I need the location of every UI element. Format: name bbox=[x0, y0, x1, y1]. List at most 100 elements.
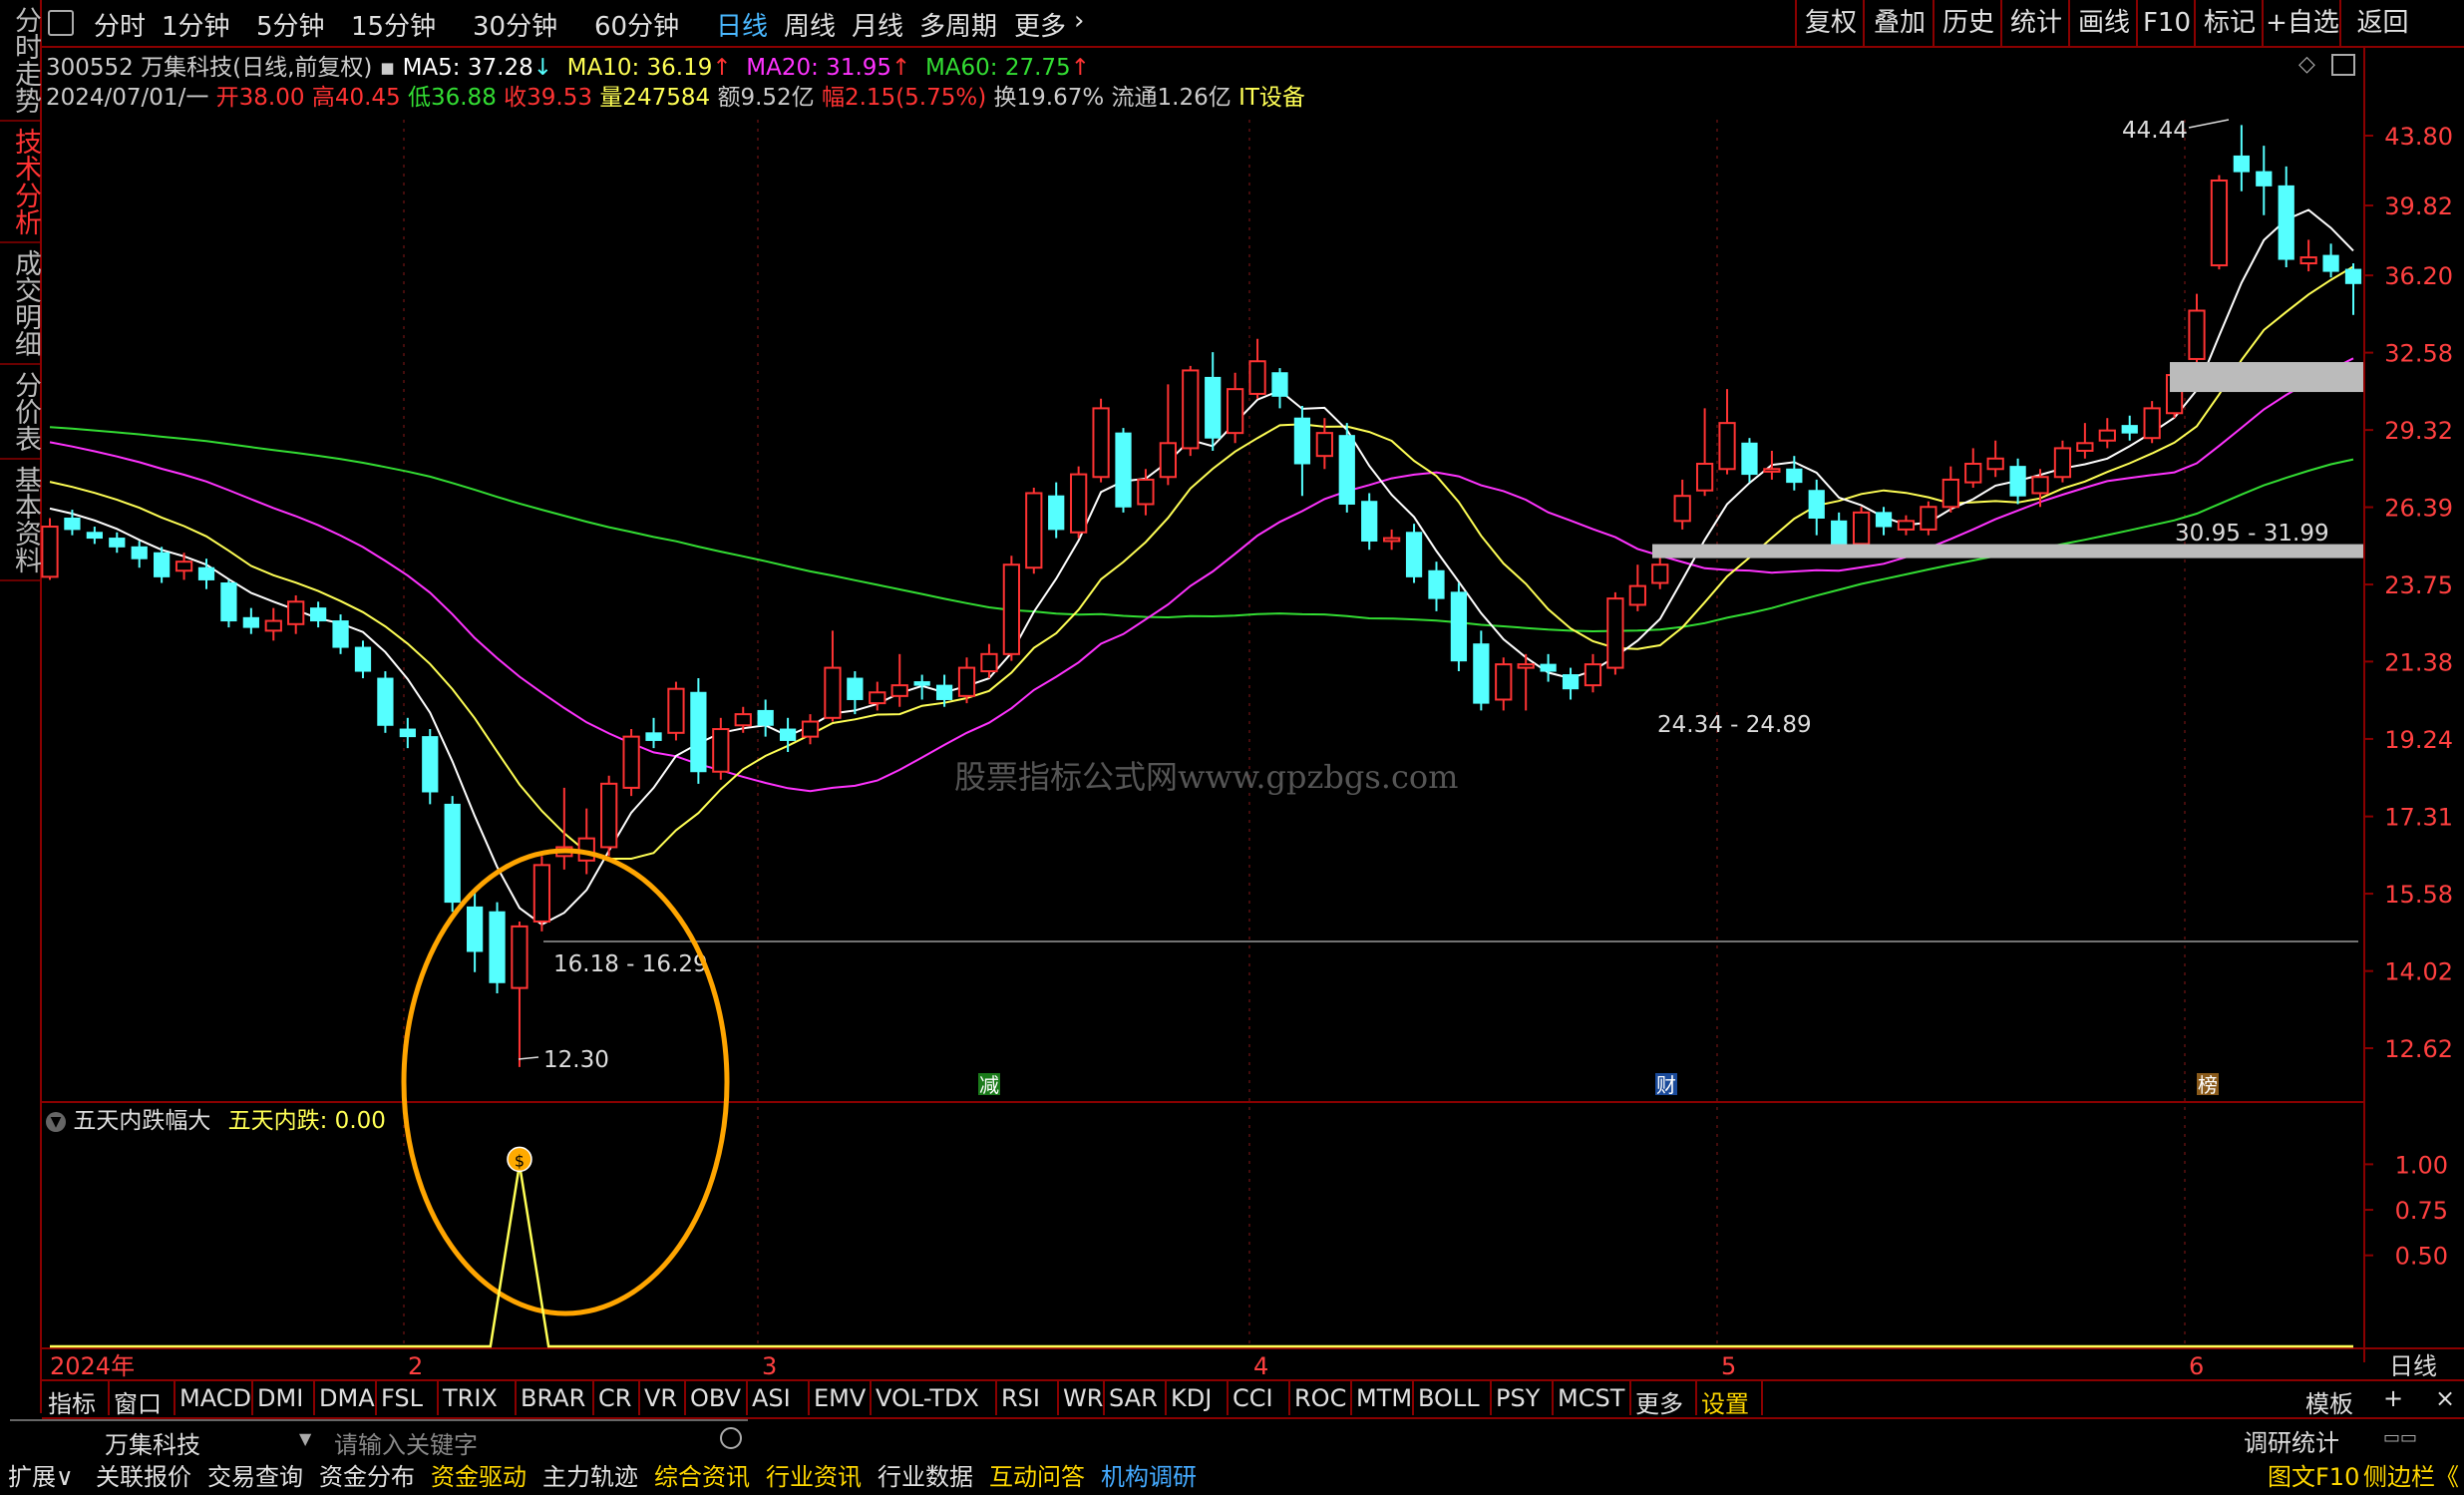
research-stats[interactable]: 调研统计 bbox=[2244, 1423, 2339, 1458]
candle[interactable] bbox=[1673, 479, 1691, 530]
candle[interactable] bbox=[622, 729, 640, 797]
indicator-tab-10[interactable]: OBV bbox=[690, 1384, 741, 1412]
footer-f10-button[interactable]: 图文F10 bbox=[2268, 1461, 2359, 1493]
stock-select[interactable]: 万集科技 bbox=[105, 1425, 200, 1460]
indicator-tab-14[interactable]: RSI bbox=[1001, 1384, 1040, 1412]
candle[interactable] bbox=[1741, 438, 1758, 483]
candle[interactable] bbox=[801, 714, 820, 745]
candle[interactable] bbox=[890, 653, 908, 707]
candle[interactable] bbox=[2143, 401, 2161, 444]
candle[interactable] bbox=[1361, 493, 1378, 551]
footer-item-2[interactable]: 交易查询 bbox=[207, 1461, 303, 1493]
candle[interactable] bbox=[1897, 515, 1916, 536]
candle[interactable] bbox=[1562, 667, 1580, 700]
candle[interactable] bbox=[1383, 529, 1401, 551]
search-input[interactable]: 请输入关键字 bbox=[334, 1425, 478, 1460]
candle[interactable] bbox=[2121, 415, 2138, 441]
candle[interactable] bbox=[1092, 398, 1110, 483]
indicator-tab-18[interactable]: CCI bbox=[1232, 1384, 1273, 1412]
indicator-tab-21[interactable]: BOLL bbox=[1418, 1384, 1480, 1412]
candle[interactable] bbox=[175, 553, 193, 580]
candle[interactable] bbox=[2210, 175, 2229, 270]
candle[interactable] bbox=[1428, 561, 1445, 611]
candle[interactable] bbox=[2076, 423, 2094, 459]
candle[interactable] bbox=[779, 717, 797, 753]
candle[interactable] bbox=[131, 541, 148, 568]
candle[interactable] bbox=[220, 579, 237, 628]
candle[interactable] bbox=[1718, 389, 1736, 475]
kline-chart[interactable]: 16.18 - 16.29 24.34 - 24.89 30.95 - 31.99 4… bbox=[0, 0, 2464, 1495]
indicator-tab-12[interactable]: EMV bbox=[814, 1384, 866, 1412]
indicator-tab-1[interactable]: 窗口 bbox=[114, 1384, 162, 1419]
indicator-tab-19[interactable]: ROC bbox=[1294, 1384, 1346, 1412]
candle[interactable] bbox=[2344, 263, 2362, 315]
candle[interactable] bbox=[957, 657, 976, 704]
candle[interactable] bbox=[1606, 591, 1624, 675]
indicator-tab-24[interactable]: 更多 bbox=[1635, 1384, 1683, 1419]
candle[interactable] bbox=[1115, 428, 1132, 513]
indicator-tab-5[interactable]: FSL bbox=[381, 1384, 423, 1412]
candle[interactable] bbox=[2098, 418, 2116, 449]
candle[interactable] bbox=[2256, 146, 2273, 215]
candle[interactable] bbox=[154, 547, 171, 583]
candle[interactable] bbox=[422, 729, 439, 805]
candle[interactable] bbox=[41, 518, 59, 580]
template-button[interactable]: 模板 bbox=[2305, 1384, 2353, 1419]
candle[interactable] bbox=[511, 921, 528, 1067]
footer-item-8[interactable]: 行业数据 bbox=[878, 1461, 973, 1493]
candle[interactable] bbox=[712, 717, 730, 780]
candle[interactable] bbox=[109, 532, 126, 554]
candle[interactable] bbox=[489, 902, 506, 994]
candle[interactable] bbox=[2009, 458, 2026, 505]
candle[interactable] bbox=[847, 671, 864, 715]
candle[interactable] bbox=[757, 699, 774, 737]
candle[interactable] bbox=[2188, 293, 2206, 366]
candle[interactable] bbox=[1651, 556, 1669, 589]
indicator-tab-17[interactable]: KDJ bbox=[1171, 1384, 1212, 1412]
indicator-tab-15[interactable]: WR bbox=[1063, 1384, 1103, 1412]
candle[interactable] bbox=[354, 640, 372, 679]
candle[interactable] bbox=[86, 527, 103, 545]
candle[interactable] bbox=[1450, 582, 1468, 672]
candle[interactable] bbox=[64, 510, 81, 536]
candle[interactable] bbox=[2322, 243, 2339, 278]
footer-item-1[interactable]: 关联报价 bbox=[96, 1461, 191, 1493]
candle[interactable] bbox=[1628, 564, 1646, 611]
candle[interactable] bbox=[1182, 365, 1200, 457]
indicator-name[interactable]: 五天内跌幅大 bbox=[73, 1108, 210, 1134]
indicator-tab-3[interactable]: DMI bbox=[257, 1384, 303, 1412]
indicator-tab-0[interactable]: 指标 bbox=[48, 1384, 96, 1419]
indicator-tab-13[interactable]: VOL-TDX bbox=[876, 1384, 979, 1412]
footer-item-4[interactable]: 资金驱动 bbox=[431, 1461, 527, 1493]
footer-item-10[interactable]: 机构调研 bbox=[1101, 1461, 1197, 1493]
candle[interactable] bbox=[2278, 166, 2294, 268]
candle[interactable] bbox=[1070, 466, 1088, 539]
candle[interactable] bbox=[2299, 239, 2317, 272]
candle[interactable] bbox=[1137, 469, 1155, 516]
candle[interactable] bbox=[1852, 507, 1871, 551]
candle[interactable] bbox=[1808, 479, 1825, 536]
indicator-tab-8[interactable]: CR bbox=[598, 1384, 631, 1412]
candle[interactable] bbox=[824, 630, 842, 722]
grid-icon[interactable]: ▭▭ bbox=[2383, 1427, 2417, 1448]
indicator-tab-2[interactable]: MACD bbox=[179, 1384, 251, 1412]
candle[interactable] bbox=[1941, 466, 1959, 513]
search-icon[interactable] bbox=[720, 1427, 742, 1449]
candle[interactable] bbox=[2053, 440, 2072, 483]
indicator-tab-4[interactable]: DMA bbox=[319, 1384, 375, 1412]
indicator-tab-7[interactable]: BRAR bbox=[521, 1384, 585, 1412]
indicator-tab-11[interactable]: ASI bbox=[752, 1384, 791, 1412]
candle[interactable] bbox=[1271, 368, 1288, 409]
candle[interactable] bbox=[1293, 405, 1311, 497]
indicator-tab-25[interactable]: 设置 bbox=[1701, 1384, 1749, 1419]
candle[interactable] bbox=[1025, 488, 1043, 574]
indicator-tab-20[interactable]: MTM bbox=[1356, 1384, 1412, 1412]
candle[interactable] bbox=[1495, 657, 1513, 711]
candle[interactable] bbox=[1517, 653, 1535, 711]
candle[interactable] bbox=[287, 594, 305, 634]
candle[interactable] bbox=[466, 893, 484, 972]
indicator-tab-16[interactable]: SAR bbox=[1109, 1384, 1158, 1412]
candle[interactable] bbox=[242, 607, 259, 634]
candle[interactable] bbox=[1540, 653, 1557, 682]
footer-item-5[interactable]: 主力轨迹 bbox=[542, 1461, 638, 1493]
